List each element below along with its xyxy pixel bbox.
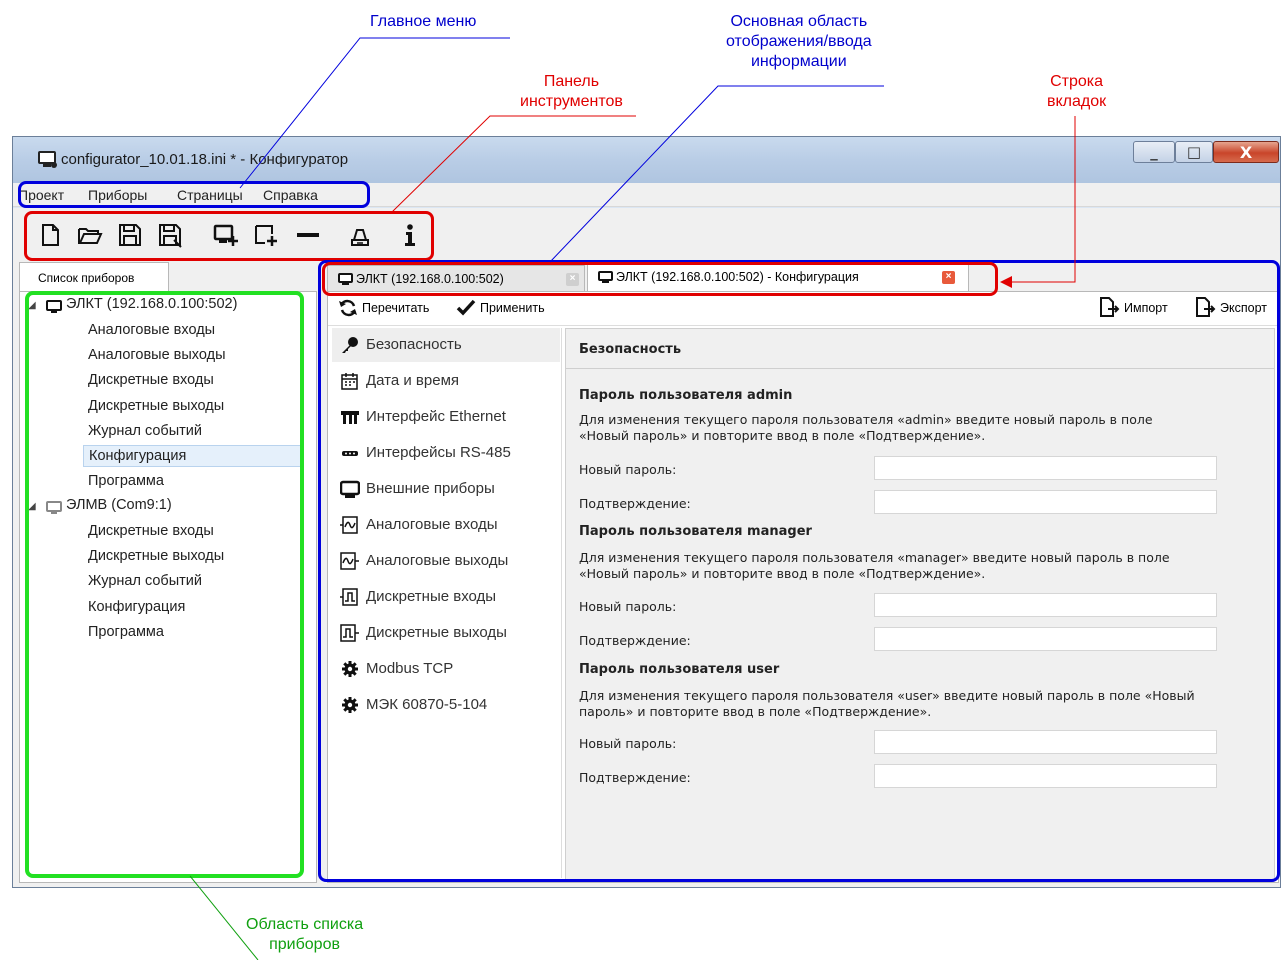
window-title: configurator_10.01.18.ini * - Конфигурат… bbox=[61, 151, 349, 168]
screenshot-stage: Главное меню Основная область отображени… bbox=[0, 0, 1281, 960]
maximize-icon: □ bbox=[1186, 143, 1202, 161]
annotation-tab-row: Строка вкладок bbox=[1047, 72, 1106, 112]
annotation-line: Строка bbox=[1050, 73, 1104, 90]
annotation-device-list: Область списка приборов bbox=[246, 915, 363, 955]
tab-device-list[interactable]: Список приборов bbox=[19, 262, 169, 292]
annotation-line: Основная область bbox=[730, 13, 868, 30]
highlight-main-menu bbox=[18, 181, 370, 208]
annotation-line: информации bbox=[750, 53, 847, 70]
annotation-main-menu: Главное меню bbox=[370, 13, 477, 30]
highlight-tab-row bbox=[322, 262, 998, 296]
annotation-line: инструментов bbox=[520, 93, 623, 110]
close-button[interactable]: X bbox=[1213, 141, 1279, 163]
highlight-device-list bbox=[25, 291, 304, 878]
annotation-content-area: Основная область отображения/ввода инфор… bbox=[726, 12, 872, 72]
close-icon: X bbox=[1239, 143, 1253, 162]
annotation-line: отображения/ввода bbox=[726, 33, 872, 50]
annotation-toolbar: Панель инструментов bbox=[520, 72, 623, 112]
annotation-line: приборов bbox=[269, 936, 340, 953]
minimize-icon: _ bbox=[1150, 143, 1158, 161]
title-bar[interactable]: configurator_10.01.18.ini * - Конфигурат… bbox=[13, 137, 1280, 183]
annotation-line: Панель bbox=[543, 73, 600, 90]
annotation-line: вкладок bbox=[1047, 93, 1107, 110]
highlight-content-area bbox=[318, 260, 1280, 882]
app-icon bbox=[38, 151, 57, 168]
minimize-button[interactable]: _ bbox=[1133, 141, 1175, 163]
annotation-line: Область списка bbox=[246, 916, 364, 933]
maximize-button[interactable]: □ bbox=[1175, 141, 1213, 163]
highlight-toolbar bbox=[24, 211, 434, 261]
